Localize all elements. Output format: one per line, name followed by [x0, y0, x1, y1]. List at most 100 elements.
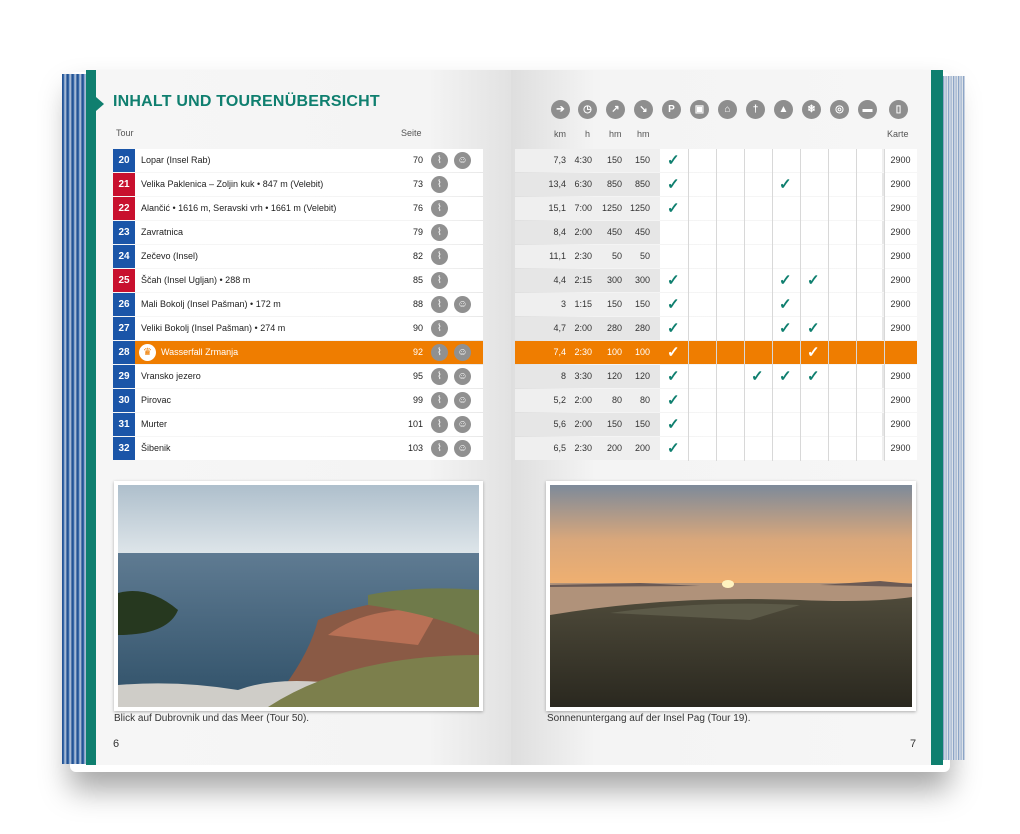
- right-page-accent-bar: [931, 70, 943, 765]
- difficulty-icon: ⌇: [431, 344, 448, 361]
- difficulty-icon: ⌇: [431, 248, 448, 265]
- value-hm-up: 850: [606, 179, 622, 189]
- difficulty-icon: ⌇: [431, 296, 448, 313]
- tour-name: Alančić • 1616 m, Seravski vrh • 1661 m …: [141, 203, 337, 213]
- bed-icon: ▬: [858, 100, 877, 119]
- value-hm-down: 200: [634, 443, 650, 453]
- left-page-accent-bar: [86, 70, 96, 765]
- difficulty-icon: ⌇: [431, 224, 448, 241]
- feature-check: ✓: [807, 368, 820, 385]
- feature-cells: [660, 293, 882, 316]
- value-h: 2:00: [574, 395, 592, 405]
- downhill-icon: ↘: [634, 100, 653, 119]
- tour-name: Murter: [141, 419, 168, 429]
- difficulty-icon: ⌇: [431, 176, 448, 193]
- value-karte: 2900: [884, 437, 917, 460]
- family-icon: ☺: [454, 440, 471, 457]
- feature-check: ✓: [667, 392, 680, 409]
- value-h: 2:00: [574, 419, 592, 429]
- grid-line: [744, 149, 745, 461]
- value-h: 2:15: [574, 275, 592, 285]
- tour-number: 24: [113, 245, 135, 268]
- feature-cells: [660, 365, 882, 388]
- tour-page: 103: [407, 443, 423, 453]
- table-row: 24 Zečevo (Insel) 82 ⌇: [113, 245, 483, 268]
- feature-check: ✓: [807, 320, 820, 337]
- value-karte: 2900: [884, 293, 917, 316]
- tour-page: 90: [412, 323, 423, 333]
- tour-name: Zavratnica: [141, 227, 184, 237]
- tour-number: 28: [113, 341, 135, 364]
- tour-name: Mali Bokolj (Insel Pašman) • 172 m: [141, 299, 281, 309]
- tour-number: 30: [113, 389, 135, 412]
- tour-name: Velika Paklenica – Zoljin kuk • 847 m (V…: [141, 179, 324, 189]
- feature-check: ✓: [779, 176, 792, 193]
- bus-icon: ▣: [690, 100, 709, 119]
- value-hm-up: 150: [606, 419, 622, 429]
- value-hm-down: 50: [639, 251, 650, 261]
- grid-line: [772, 149, 773, 461]
- col-header-tour: Tour: [116, 128, 134, 138]
- uphill-icon: ↗: [606, 100, 625, 119]
- table-row: 21 Velika Paklenica – Zoljin kuk • 847 m …: [113, 173, 483, 196]
- tour-number: 32: [113, 437, 135, 460]
- tour-page: 92: [412, 347, 423, 357]
- cablecar-icon: ⌂: [718, 100, 737, 119]
- book-edge-right: [943, 76, 965, 760]
- value-hm-down: 850: [634, 179, 650, 189]
- family-icon: ☺: [454, 368, 471, 385]
- value-hm-up: 120: [606, 371, 622, 381]
- value-karte: 2900: [884, 245, 917, 268]
- table-row: 25 Ščah (Insel Ugljan) • 288 m 85 ⌇: [113, 269, 483, 292]
- summit-icon: ▲: [774, 100, 793, 119]
- family-icon: ☺: [454, 152, 471, 169]
- value-hm-up: 1250: [601, 203, 622, 213]
- tour-name: Veliki Bokolj (Insel Pašman) • 274 m: [141, 323, 286, 333]
- feature-cells: [660, 221, 882, 244]
- difficulty-icon: ⌇: [431, 272, 448, 289]
- tour-name: Lopar (Insel Rab): [141, 155, 211, 165]
- tour-name: Zečevo (Insel): [141, 251, 199, 261]
- value-karte: 2900: [884, 173, 917, 196]
- feature-check: ✓: [667, 416, 680, 433]
- col-header-karte: Karte: [887, 129, 909, 139]
- feature-cells: [660, 197, 882, 220]
- tour-name: Šibenik: [141, 443, 171, 453]
- value-karte: 2900: [884, 413, 917, 436]
- table-row: 28 ♛ Wasserfall Zrmanja 92 ⌇ ☺: [113, 341, 483, 364]
- value-hm-up: 150: [606, 299, 622, 309]
- value-hm-down: 450: [634, 227, 650, 237]
- tour-number: 20: [113, 149, 135, 172]
- parking-icon: P: [662, 100, 681, 119]
- feature-check: ✓: [807, 272, 820, 289]
- table-row: 30 Pirovac 99 ⌇ ☺: [113, 389, 483, 412]
- tour-page: 76: [412, 203, 423, 213]
- value-hm-down: 120: [634, 371, 650, 381]
- title-marker-icon: [96, 97, 104, 111]
- difficulty-icon: ⌇: [431, 320, 448, 337]
- value-hm-up: 50: [611, 251, 622, 261]
- winter-icon: ❄: [802, 100, 821, 119]
- page-title: INHALT UND TOURENÜBERSICHT: [113, 93, 380, 110]
- grid-line: [800, 149, 801, 461]
- value-h: 2:30: [574, 443, 592, 453]
- feature-check: ✓: [667, 176, 680, 193]
- value-h: 2:00: [574, 323, 592, 333]
- tour-name: Ščah (Insel Ugljan) • 288 m: [141, 275, 251, 285]
- value-h: 2:00: [574, 227, 592, 237]
- feature-cells: [660, 389, 882, 412]
- signpost-icon: ➔: [551, 100, 570, 119]
- difficulty-icon: ⌇: [431, 152, 448, 169]
- tour-page: 88: [412, 299, 423, 309]
- table-row: 26 Mali Bokolj (Insel Pašman) • 172 m 88 ⌇ ☺: [113, 293, 483, 316]
- value-hm-down: 300: [634, 275, 650, 285]
- difficulty-icon: ⌇: [431, 368, 448, 385]
- tour-page: 82: [412, 251, 423, 261]
- value-karte: 2900: [884, 269, 917, 292]
- clock-icon: ◷: [578, 100, 597, 119]
- tour-page: 85: [412, 275, 423, 285]
- difficulty-icon: ⌇: [431, 200, 448, 217]
- tour-page: 95: [412, 371, 423, 381]
- value-hm-down: 280: [634, 323, 650, 333]
- col-header-hm-down: hm: [637, 129, 650, 139]
